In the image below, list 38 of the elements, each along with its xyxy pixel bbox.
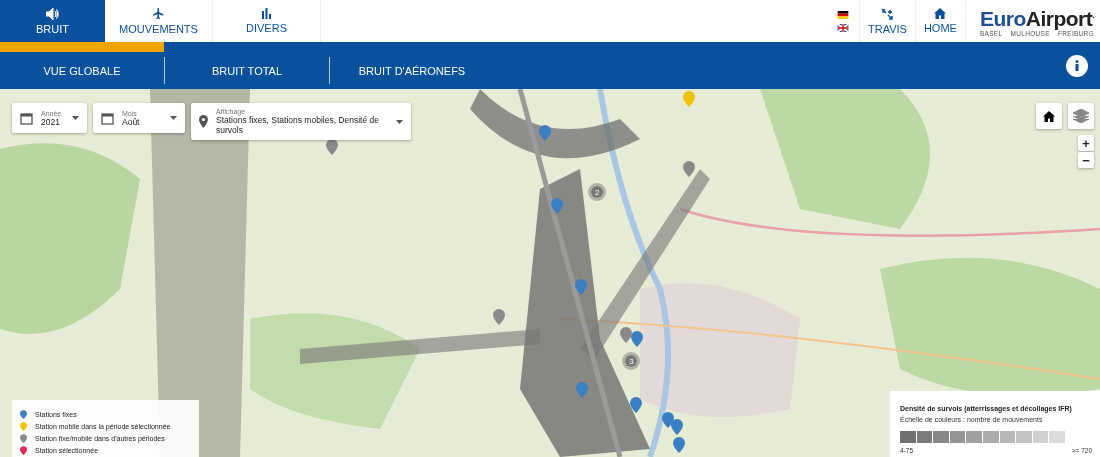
layers-button[interactable]	[1068, 103, 1094, 129]
map-pin-icon[interactable]	[538, 124, 551, 141]
home-button[interactable]	[1036, 103, 1062, 129]
caret-icon	[170, 116, 177, 120]
speaker-icon	[46, 7, 59, 20]
layers-icon	[1073, 109, 1089, 123]
home-icon	[1043, 110, 1055, 122]
map-pin-icon[interactable]	[326, 139, 339, 156]
map-pin-icon[interactable]	[493, 308, 506, 325]
map-pin-icon[interactable]	[672, 437, 685, 454]
map-pin-icon[interactable]	[661, 411, 674, 428]
info-button[interactable]	[1066, 54, 1088, 77]
map-pin-icon[interactable]	[670, 418, 683, 435]
calendar-icon	[20, 111, 33, 125]
zoom-out-button[interactable]: −	[1078, 152, 1094, 168]
sub-tab[interactable]: BRUIT TOTAL	[165, 42, 329, 89]
filter-value: 2021	[41, 116, 61, 127]
filter-value: Août	[122, 116, 141, 127]
zoom-in-button[interactable]: +	[1078, 135, 1094, 151]
map-pin-icon[interactable]	[629, 396, 642, 413]
german-flag-icon[interactable]	[837, 10, 849, 19]
home-icon	[934, 8, 947, 19]
map-pin-icon[interactable]	[682, 161, 695, 178]
planes-icon	[881, 7, 894, 20]
logo-text: EuroAirport$^{.}$	[979, 6, 1094, 30]
filter-value: Stations fixes, Stations mobiles, Densité de survols	[216, 115, 380, 135]
caret-icon	[396, 119, 403, 124]
calendar-icon	[101, 111, 114, 125]
sub-tab[interactable]: BRUIT D'AÉRONEFS	[330, 42, 494, 89]
caret-icon	[72, 116, 79, 120]
nav-tab[interactable]: BRUIT	[0, 0, 105, 42]
map-pin-icon[interactable]	[619, 326, 632, 343]
uk-flag-icon[interactable]	[837, 23, 849, 32]
info-icon	[1075, 60, 1079, 71]
bar-chart-icon	[261, 8, 272, 19]
airplane-icon	[152, 7, 165, 20]
location-pin-icon	[199, 115, 208, 128]
map-pin-icon[interactable]	[630, 330, 643, 347]
